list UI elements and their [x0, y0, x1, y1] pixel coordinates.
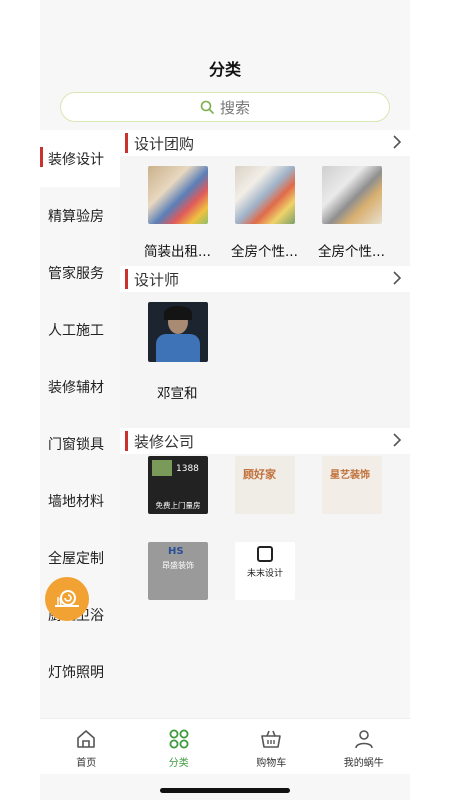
group-buy-list: 简装出租... 全房个性... 全房个性...: [120, 156, 410, 266]
section-marker: [125, 133, 128, 153]
sidebar-item-label: 人工施工: [48, 322, 104, 339]
sidebar-item-label: 装修设计: [48, 151, 104, 168]
tab-label: 购物车: [256, 758, 287, 769]
group-buy-item[interactable]: [148, 166, 208, 224]
chevron-right-icon: [393, 433, 402, 447]
sidebar-item-label: 精算验房: [48, 208, 104, 225]
section-title: 设计团购: [134, 134, 195, 153]
company-logo[interactable]: 星艺装饰: [322, 456, 382, 514]
bottom-tab-bar: 首页 分类 购物车 我的蜗牛: [40, 718, 410, 774]
tab-label: 分类: [168, 758, 189, 769]
logo-subtext: 昂盛装饰: [162, 561, 194, 570]
section-header-designer[interactable]: 设计师: [120, 266, 410, 292]
app-screen: 分类 搜索 装修设计 精算验房 管家服务 人工施工 装修辅材 门窗锁具 墙地材料…: [40, 0, 410, 800]
product-image: [322, 166, 382, 224]
chevron-right-icon: [393, 135, 402, 149]
tab-profile[interactable]: 我的蜗牛: [318, 719, 411, 774]
logo-text: 星艺装饰: [330, 470, 370, 481]
sidebar-item-materials[interactable]: 装修辅材: [40, 358, 120, 415]
search-input[interactable]: 搜索: [60, 92, 390, 122]
sidebar-item-label: 装修辅材: [48, 379, 104, 396]
company-logo-image: 顾好家: [235, 456, 295, 514]
logo-text: 未末设计: [246, 569, 283, 579]
company-logo[interactable]: 顾好家: [235, 456, 295, 514]
designer-card[interactable]: [148, 302, 208, 362]
tab-label: 首页: [76, 758, 97, 769]
sidebar-item-labor[interactable]: 人工施工: [40, 301, 120, 358]
sidebar-item-label: 管家服务: [48, 265, 104, 282]
header: 分类 搜索: [40, 0, 410, 130]
sidebar-item-custom[interactable]: 全屋定制: [40, 529, 120, 586]
logo-phone: 1388: [176, 464, 199, 474]
sidebar-item-design[interactable]: 装修设计: [40, 130, 120, 187]
sidebar-item-doors-locks[interactable]: 门窗锁具: [40, 415, 120, 472]
sidebar-item-lighting[interactable]: 灯饰照明: [40, 643, 120, 700]
sidebar-item-label: 全屋定制: [48, 550, 104, 567]
snail-icon: [55, 590, 79, 607]
company-logo[interactable]: HS 昂盛装饰: [148, 542, 208, 600]
profile-icon: [354, 730, 373, 749]
logo-text: HS: [168, 546, 184, 557]
group-buy-item-title: 全房个性...: [231, 244, 298, 260]
section-header-company[interactable]: 装修公司: [120, 428, 410, 454]
section-title: 设计师: [134, 270, 180, 289]
category-content: 设计团购 简装出租... 全房个性... 全房个性... 设计师 邓宣和 装修公…: [120, 130, 410, 600]
group-buy-item[interactable]: [322, 166, 382, 224]
cart-icon: [261, 730, 282, 748]
section-title: 装修公司: [134, 432, 195, 451]
sidebar-item-butler[interactable]: 管家服务: [40, 244, 120, 301]
company-logo-image: HS 昂盛装饰: [148, 542, 208, 600]
sidebar-item-label: 灯饰照明: [48, 664, 104, 681]
home-indicator: [160, 788, 290, 793]
company-logo-image: 1388 免费上门量房: [148, 456, 208, 514]
tab-label: 我的蜗牛: [343, 758, 384, 769]
search-icon: [200, 100, 214, 114]
tab-home[interactable]: 首页: [40, 719, 133, 774]
section-marker: [125, 269, 128, 289]
section-marker: [125, 431, 128, 451]
company-logo[interactable]: 1388 免费上门量房: [148, 456, 208, 514]
logo-text: 免费上门量房: [155, 501, 201, 510]
sidebar-item-label: 门窗锁具: [48, 436, 104, 453]
designer-name: 邓宣和: [157, 386, 198, 402]
tab-category[interactable]: 分类: [133, 719, 226, 774]
group-buy-item-title: 简装出租...: [144, 244, 211, 260]
company-list: 1388 免费上门量房 顾好家 星艺装饰 HS 昂盛装饰 未末设计: [120, 454, 410, 600]
sidebar-item-label: 墙地材料: [48, 493, 104, 510]
chevron-right-icon: [393, 271, 402, 285]
tab-cart[interactable]: 购物车: [225, 719, 318, 774]
category-sidebar: 装修设计 精算验房 管家服务 人工施工 装修辅材 门窗锁具 墙地材料 全屋定制 …: [40, 130, 120, 710]
designer-photo: [148, 302, 208, 362]
company-logo-image: 未末设计: [235, 542, 295, 600]
logo-text: 顾好家: [243, 468, 276, 481]
product-image: [235, 166, 295, 224]
company-logo-image: 星艺装饰: [322, 456, 382, 514]
designer-list: 邓宣和: [120, 292, 410, 428]
home-icon: [77, 730, 96, 748]
search-placeholder: 搜索: [219, 98, 250, 117]
company-logo[interactable]: 未末设计: [235, 542, 295, 600]
group-buy-item-title: 全房个性...: [318, 244, 385, 260]
floating-snail-button[interactable]: [45, 577, 89, 621]
product-image: [148, 166, 208, 224]
sidebar-item-inspection[interactable]: 精算验房: [40, 187, 120, 244]
section-header-group-buy[interactable]: 设计团购: [120, 130, 410, 156]
sidebar-item-wall-floor[interactable]: 墙地材料: [40, 472, 120, 529]
category-icon: [169, 729, 189, 749]
group-buy-item[interactable]: [235, 166, 295, 224]
page-title: 分类: [208, 60, 241, 79]
